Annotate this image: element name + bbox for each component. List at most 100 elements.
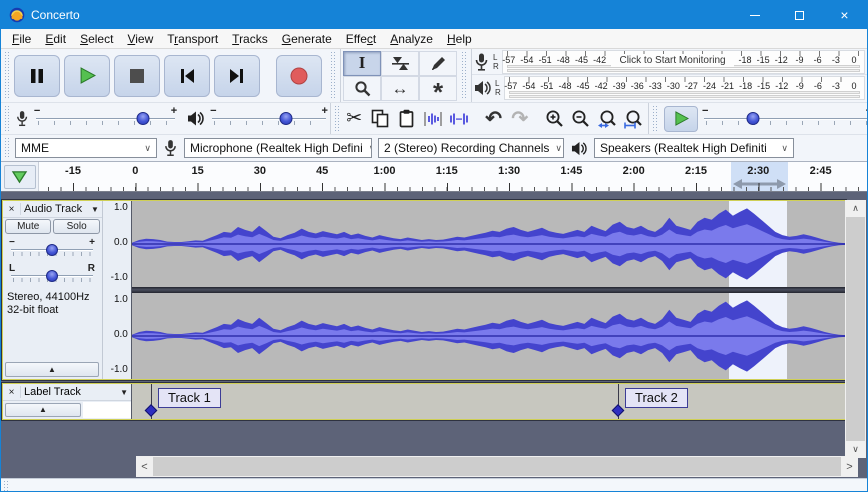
menu-view[interactable]: View	[120, 30, 160, 48]
speaker-icon	[571, 141, 587, 156]
track-title-menu[interactable]: Label Track ▼	[20, 386, 131, 398]
undo-button[interactable]: ↶	[482, 105, 506, 132]
meter-scale-number: -3	[832, 55, 840, 65]
playback-speed-slider[interactable]: − +	[702, 108, 868, 130]
skip-to-start-icon	[179, 68, 195, 84]
horizontal-scrollbar[interactable]: < >	[136, 456, 858, 477]
label-area[interactable]: Track 1 Track 2	[132, 384, 845, 419]
close-button[interactable]: ×	[822, 1, 867, 29]
recording-channels-select[interactable]: 2 (Stereo) Recording Channels ∨	[378, 138, 564, 158]
stop-button[interactable]	[114, 55, 160, 97]
right-channel[interactable]	[132, 293, 845, 379]
maximize-button[interactable]	[777, 1, 822, 29]
toolbar-grabber[interactable]	[461, 52, 468, 99]
multi-tool-button[interactable]: *	[419, 76, 457, 101]
zoom-in-button[interactable]	[543, 105, 567, 132]
menu-generate[interactable]: Generate	[275, 30, 339, 48]
pinned-play-head-button[interactable]	[4, 165, 36, 189]
gain-thumb[interactable]	[46, 244, 58, 256]
skip-to-end-button[interactable]	[214, 55, 260, 97]
time-ruler[interactable]: -1501530451:001:151:301:452:002:152:302:…	[39, 162, 867, 191]
toolbar-grabber[interactable]	[4, 106, 11, 131]
scroll-up-button[interactable]: ∧	[845, 200, 866, 217]
playback-volume-slider[interactable]: − +	[210, 108, 328, 130]
label-track-control-panel: × Label Track ▼ ▲	[3, 384, 132, 419]
left-channel[interactable]	[132, 201, 845, 287]
track-area[interactable]: × Audio Track ▼ Mute Solo − +	[1, 192, 867, 478]
collapse-track-button[interactable]: ▲	[5, 403, 81, 417]
vertical-scrollbar[interactable]: ∧ ∨	[845, 200, 866, 458]
copy-button[interactable]	[368, 105, 392, 132]
monitoring-hint[interactable]: Click to Start Monitoring	[611, 54, 734, 67]
time-shift-tool-button[interactable]: ↔	[381, 76, 419, 101]
waveform[interactable]	[132, 293, 845, 379]
cut-button[interactable]: ✂	[342, 105, 366, 132]
close-track-button[interactable]: ×	[4, 202, 19, 217]
pan-slider[interactable]: L R	[9, 265, 95, 287]
trim-audio-button[interactable]	[421, 105, 445, 132]
menu-file[interactable]: File	[5, 30, 38, 48]
horizontal-scroll-thumb[interactable]	[153, 457, 841, 476]
fit-project-button[interactable]	[621, 105, 645, 132]
recording-meter-body[interactable]: -57-54-51-48-45-42-39-36-33-30-27-24-21-…	[502, 50, 865, 74]
minimize-button[interactable]	[732, 1, 777, 29]
audio-host-select[interactable]: MME ∨	[15, 138, 157, 158]
menu-select[interactable]: Select	[73, 30, 120, 48]
toolbar-grabber[interactable]	[4, 52, 11, 99]
playback-meter[interactable]: L R -57-54-51-48-45-42-39-36-33-30-27-24…	[472, 75, 867, 101]
collapse-track-button[interactable]: ▲	[5, 362, 99, 377]
record-button[interactable]	[276, 55, 322, 97]
vertical-scroll-thumb[interactable]	[846, 217, 865, 441]
redo-button[interactable]: ↷	[508, 105, 532, 132]
playback-volume-thumb[interactable]	[279, 112, 292, 125]
playback-device-select[interactable]: Speakers (Realtek High Definiti ∨	[594, 138, 794, 158]
waveform[interactable]	[132, 201, 845, 287]
waveform-panel[interactable]	[132, 201, 845, 379]
zoom-tool-button[interactable]	[343, 76, 381, 101]
meter-scale-number: -12	[775, 55, 788, 65]
toolbar-grabber[interactable]	[3, 481, 10, 492]
mute-button[interactable]: Mute	[5, 219, 51, 234]
playback-meter-body[interactable]: -57-54-51-48-45-42-39-36-33-30-27-24-21-…	[504, 76, 865, 100]
menu-transport[interactable]: Transport	[160, 30, 225, 48]
envelope-tool-button[interactable]	[381, 51, 419, 76]
menu-help[interactable]: Help	[440, 30, 479, 48]
toolbar-grabber[interactable]	[334, 106, 340, 131]
play-button[interactable]	[64, 55, 110, 97]
label-text[interactable]: Track 1	[158, 388, 221, 408]
draw-tool-button[interactable]	[419, 51, 457, 76]
gain-slider[interactable]: − +	[9, 239, 95, 261]
fit-selection-button[interactable]	[595, 105, 619, 132]
menu-effect[interactable]: Effect	[339, 30, 383, 48]
recording-meter[interactable]: L R -57-54-51-48-45-42-39-36-33-30-27-24…	[472, 49, 867, 75]
menu-analyze[interactable]: Analyze	[383, 30, 440, 48]
scroll-left-button[interactable]: <	[136, 456, 153, 477]
silence-audio-button[interactable]	[447, 105, 471, 132]
menu-tracks[interactable]: Tracks	[225, 30, 275, 48]
paste-button[interactable]	[394, 105, 418, 132]
skip-to-start-button[interactable]	[164, 55, 210, 97]
zoom-out-button[interactable]	[569, 105, 593, 132]
label-flag-icon[interactable]	[612, 404, 625, 417]
recording-volume-slider[interactable]: − +	[34, 108, 177, 130]
toolbar-grabber[interactable]	[652, 106, 659, 131]
play-at-speed-button[interactable]	[664, 106, 698, 132]
pan-thumb[interactable]	[46, 270, 58, 282]
track-title-menu[interactable]: Audio Track ▼	[20, 203, 102, 215]
scroll-right-button[interactable]: >	[841, 456, 858, 477]
toolbar-grabber[interactable]	[4, 138, 11, 158]
timeline-ruler[interactable]: -1501530451:001:151:301:452:002:152:302:…	[1, 162, 867, 192]
vertical-scale-ruler[interactable]: 1.0 0.0 -1.0 1.0 0.0 -1.0	[103, 201, 132, 379]
playback-speed-thumb[interactable]	[747, 112, 760, 125]
label-flag-icon[interactable]	[145, 404, 158, 417]
gain-minus-label: −	[9, 237, 15, 248]
toolbar-grabber[interactable]	[330, 52, 337, 99]
menu-edit[interactable]: Edit	[38, 30, 73, 48]
recording-device-select[interactable]: Microphone (Realtek High Defini ∨	[184, 138, 372, 158]
close-track-button[interactable]: ×	[4, 385, 19, 400]
label-text[interactable]: Track 2	[625, 388, 688, 408]
pause-button[interactable]	[14, 55, 60, 97]
selection-tool-button[interactable]: I	[343, 51, 381, 76]
solo-button[interactable]: Solo	[53, 219, 99, 234]
recording-volume-thumb[interactable]	[136, 112, 149, 125]
